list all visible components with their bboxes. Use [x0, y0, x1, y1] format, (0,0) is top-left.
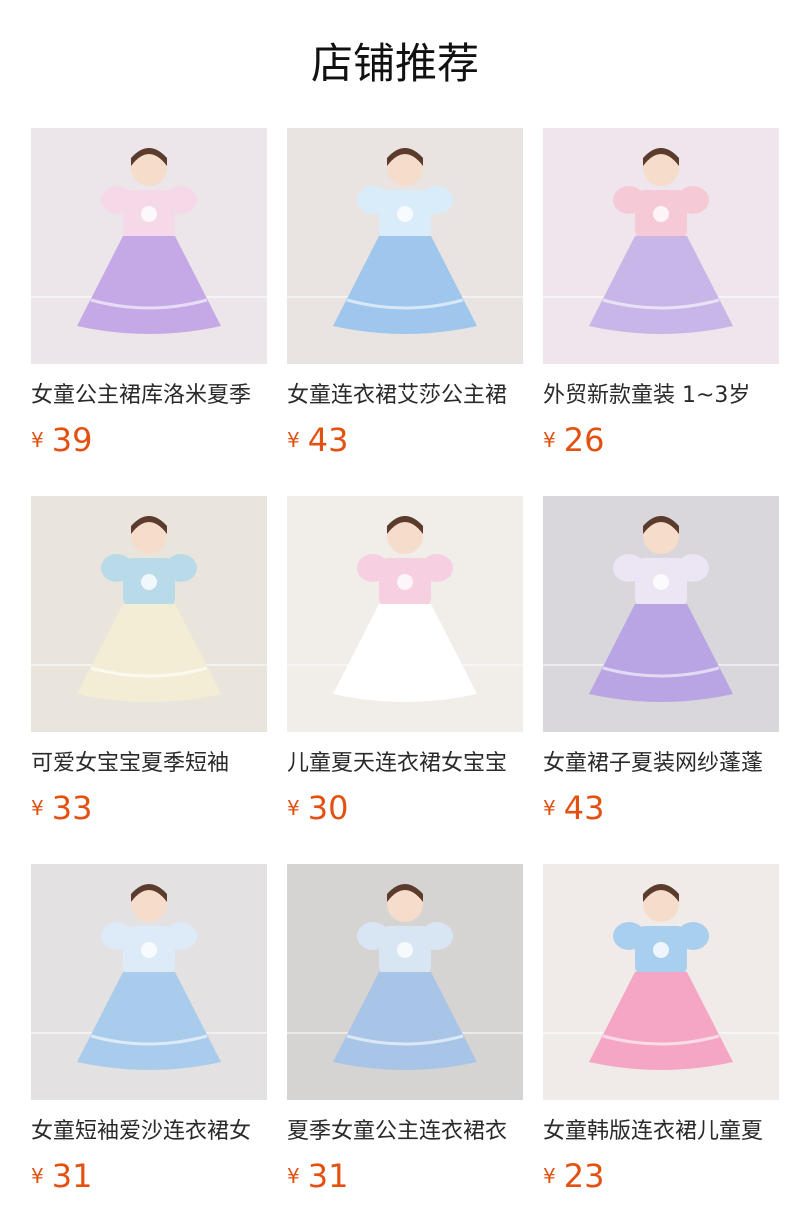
product-image[interactable] [31, 864, 267, 1100]
product-name[interactable]: 女童连衣裙艾莎公主裙 [287, 378, 523, 414]
product-card[interactable]: 女童公主裙库洛米夏季 ¥39 [31, 128, 267, 464]
product-price: ¥31 [287, 1156, 348, 1196]
product-price: ¥31 [31, 1156, 92, 1196]
price-value: 39 [51, 421, 93, 459]
product-image-blue-sequin-dress [287, 128, 523, 364]
price-value: 43 [563, 789, 605, 827]
product-image-elsa-blue-dress [31, 864, 267, 1100]
product-card[interactable]: 女童裙子夏装网纱蓬蓬 ¥43 [543, 496, 779, 832]
price-value: 33 [51, 789, 93, 827]
page-title: 店铺推荐 [310, 39, 479, 88]
product-name[interactable]: 女童公主裙库洛米夏季 [31, 378, 267, 414]
product-name[interactable]: 女童韩版连衣裙儿童夏 [543, 1114, 779, 1150]
price-value: 23 [563, 1157, 605, 1195]
product-image[interactable] [287, 496, 523, 732]
product-price: ¥26 [543, 420, 604, 460]
product-price: ¥23 [543, 1156, 604, 1196]
product-name[interactable]: 女童短袖爱沙连衣裙女 [31, 1114, 267, 1150]
currency-symbol: ¥ [287, 1164, 300, 1188]
product-price: ¥33 [31, 788, 92, 828]
price-value: 31 [307, 1157, 349, 1195]
product-price: ¥43 [543, 788, 604, 828]
product-name[interactable]: 儿童夏天连衣裙女宝宝 [287, 746, 523, 782]
product-card[interactable]: 女童韩版连衣裙儿童夏 ¥23 [543, 864, 779, 1200]
product-card[interactable]: 女童短袖爱沙连衣裙女 ¥31 [31, 864, 267, 1200]
product-card[interactable]: 外贸新款童装 1~3岁 ¥26 [543, 128, 779, 464]
price-value: 43 [307, 421, 349, 459]
product-image[interactable] [287, 128, 523, 364]
product-image[interactable] [31, 496, 267, 732]
product-image-cream-tulle-dress [31, 496, 267, 732]
product-name[interactable]: 夏季女童公主连衣裙衣 [287, 1114, 523, 1150]
product-name[interactable]: 外贸新款童装 1~3岁 [543, 378, 779, 414]
product-image-hello-kitty-dresses [287, 496, 523, 732]
currency-symbol: ¥ [287, 428, 300, 452]
product-card[interactable]: 可爱女宝宝夏季短袖 ¥33 [31, 496, 267, 832]
product-image[interactable] [543, 128, 779, 364]
product-image-two-mini-dresses [543, 128, 779, 364]
product-name[interactable]: 女童裙子夏装网纱蓬蓬 [543, 746, 779, 782]
product-image[interactable] [31, 128, 267, 364]
product-image-pink-elsa-dress [543, 864, 779, 1100]
product-name[interactable]: 可爱女宝宝夏季短袖 [31, 746, 267, 782]
product-price: ¥39 [31, 420, 92, 460]
product-image-purple-tutu-set [543, 496, 779, 732]
price-value: 30 [307, 789, 349, 827]
product-image[interactable] [287, 864, 523, 1100]
currency-symbol: ¥ [543, 428, 556, 452]
product-image[interactable] [543, 864, 779, 1100]
product-card[interactable]: 夏季女童公主连衣裙衣 ¥31 [287, 864, 523, 1200]
price-value: 26 [563, 421, 605, 459]
price-value: 31 [51, 1157, 93, 1195]
product-card[interactable]: 女童连衣裙艾莎公主裙 ¥43 [287, 128, 523, 464]
product-image-crown-blue-dress [287, 864, 523, 1100]
product-image-lavender-princess-dress [31, 128, 267, 364]
currency-symbol: ¥ [31, 796, 44, 820]
currency-symbol: ¥ [543, 1164, 556, 1188]
currency-symbol: ¥ [31, 1164, 44, 1188]
currency-symbol: ¥ [287, 796, 300, 820]
product-price: ¥43 [287, 420, 348, 460]
product-image[interactable] [543, 496, 779, 732]
currency-symbol: ¥ [543, 796, 556, 820]
product-price: ¥30 [287, 788, 348, 828]
product-card[interactable]: 儿童夏天连衣裙女宝宝 ¥30 [287, 496, 523, 832]
currency-symbol: ¥ [31, 428, 44, 452]
